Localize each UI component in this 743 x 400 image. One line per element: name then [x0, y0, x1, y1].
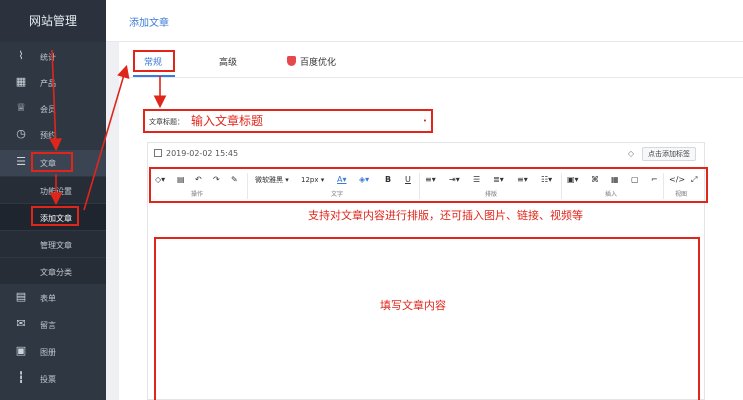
font-color-icon[interactable]: A▾: [337, 174, 347, 186]
sidebar-item-label: 留言: [40, 321, 56, 330]
line-height-icon[interactable]: ≣▾: [493, 174, 504, 186]
undo-icon[interactable]: ↶: [195, 174, 202, 186]
title-label: 文章标题：: [149, 118, 184, 126]
sidebar-item-label: 投票: [40, 375, 56, 384]
form-icon: ▤: [15, 290, 27, 303]
sidebar-item-members[interactable]: ♕ 会员: [0, 96, 106, 122]
toolbar-annotation: 支持对文章内容进行排版，还可插入图片、链接、视频等: [308, 209, 583, 222]
add-tag-button[interactable]: 点击添加标签: [642, 147, 696, 161]
grid-icon: ▦: [15, 75, 27, 88]
sidebar-subitem-manage[interactable]: 管理文章: [0, 231, 106, 257]
chart-line-icon: ⌇: [18, 49, 24, 62]
toolbar-divider: [419, 173, 420, 199]
underline-icon[interactable]: U: [405, 174, 411, 186]
sidebar-item-label: 统计: [40, 53, 56, 62]
tab-general[interactable]: 常规: [144, 55, 162, 68]
required-mark: •: [422, 117, 427, 125]
sidebar-item-label: 图册: [40, 348, 56, 357]
article-icon: ☰: [16, 155, 26, 168]
sidebar: 网站管理 ⌇ 统计 ▦ 产品 ♕ 会员 ◷ 预约 ☰ 文章 功能设置 添加文章: [0, 0, 106, 400]
shield-icon: [287, 56, 296, 66]
toolbar-group-label: 视图: [675, 191, 688, 198]
format-painter-icon[interactable]: ✎: [231, 174, 238, 186]
main-content: 常规 高级 百度优化 文章标题： • 2019-02-02 15:45 ◇ 点击…: [119, 42, 743, 400]
editor-meta-row: 2019-02-02 15:45 ◇ 点击添加标签: [148, 143, 704, 165]
sidebar-subitem-settings[interactable]: 功能设置: [0, 177, 106, 203]
align-icon[interactable]: ≡▾: [425, 174, 436, 186]
font-size-value: 12px: [301, 176, 319, 184]
sidebar-subitem-label: 功能设置: [40, 187, 72, 196]
sidebar-item-gallery[interactable]: ▣ 图册: [0, 339, 106, 365]
code-block-icon[interactable]: ⌐: [651, 174, 658, 186]
annotation-box-articles: [31, 152, 73, 172]
table-icon[interactable]: ▦: [611, 174, 619, 186]
font-family-select[interactable]: 微软雅黑 ▾: [255, 174, 289, 186]
source-code-icon[interactable]: </>: [669, 174, 685, 186]
sidebar-item-products[interactable]: ▦ 产品: [0, 70, 106, 96]
toolbar-group-label: 排版: [485, 191, 498, 198]
sidebar-item-label: 会员: [40, 105, 56, 114]
publish-date[interactable]: 2019-02-02 15:45: [154, 149, 238, 158]
font-size-select[interactable]: 12px ▾: [301, 174, 324, 186]
redo-icon[interactable]: ↷: [213, 174, 220, 186]
sidebar-subitem-label: 文章分类: [40, 268, 72, 277]
save-icon[interactable]: ▤: [177, 174, 185, 186]
sidebar-item-votes[interactable]: ┇ 投票: [0, 366, 106, 392]
eraser-icon[interactable]: ◇▾: [155, 174, 165, 186]
editor-body[interactable]: 填写文章内容: [154, 237, 700, 400]
bar-chart-icon: ┇: [17, 371, 25, 384]
highlight-color-icon[interactable]: ◈▾: [359, 174, 369, 186]
toolbar-divider: [663, 173, 664, 199]
page-header: 添加文章: [106, 0, 743, 42]
bold-icon[interactable]: B: [385, 174, 391, 186]
sidebar-item-stats[interactable]: ⌇ 统计: [0, 44, 106, 70]
title-input[interactable]: [191, 113, 419, 129]
bullet-list-icon[interactable]: ☰: [473, 174, 480, 186]
toolbar-group-label: 文字: [331, 191, 344, 198]
editor-body-placeholder: 填写文章内容: [380, 299, 446, 312]
link-icon[interactable]: ⌘: [591, 174, 599, 186]
calendar-icon: [154, 149, 162, 157]
rich-text-editor: 2019-02-02 15:45 ◇ 点击添加标签 ◇▾ ▤ ↶ ↷ ✎ 操作 …: [147, 142, 708, 400]
clock-icon: ◷: [16, 127, 26, 140]
tag-icon: ◇: [627, 149, 634, 158]
sidebar-item-label: 预约: [40, 131, 56, 140]
tab-seo-label: 百度优化: [300, 58, 337, 68]
sidebar-title: 网站管理: [0, 0, 106, 42]
tab-seo[interactable]: 百度优化: [287, 55, 336, 68]
title-field-row: 文章标题： •: [143, 109, 433, 133]
sidebar-item-forms[interactable]: ▤ 表单: [0, 285, 106, 311]
paragraph-spacing-icon[interactable]: ≡▾: [517, 174, 528, 186]
annotation-box-add-article: [31, 206, 79, 226]
image-icon: ▣: [15, 344, 27, 357]
sidebar-item-label: 产品: [40, 79, 56, 88]
sidebar-item-messages[interactable]: ✉ 留言: [0, 312, 106, 338]
sidebar-item-label: 表单: [40, 294, 56, 303]
tab-advanced[interactable]: 高级: [219, 55, 237, 68]
indent-icon[interactable]: ⇥▾: [449, 174, 460, 186]
ordered-list-icon[interactable]: ☷▾: [541, 174, 552, 186]
editor-toolbar: ◇▾ ▤ ↶ ↷ ✎ 操作 微软雅黑 ▾ 12px ▾ A▾ ◈▾ B U 文字…: [149, 167, 708, 203]
sidebar-subitem-label: 管理文章: [40, 241, 72, 250]
toolbar-divider: [247, 173, 248, 199]
sidebar-subitem-categories[interactable]: 文章分类: [0, 258, 106, 284]
crown-icon: ♕: [16, 101, 26, 114]
toolbar-divider: [561, 173, 562, 199]
tab-bar: 常规 高级 百度优化: [119, 42, 743, 78]
toolbar-group-label: 操作: [191, 191, 204, 198]
video-icon[interactable]: ▢: [631, 174, 639, 186]
font-family-value: 微软雅黑: [255, 176, 283, 184]
image-insert-icon[interactable]: ▣▾: [567, 174, 579, 186]
sidebar-item-booking[interactable]: ◷ 预约: [0, 122, 106, 148]
message-icon: ✉: [16, 317, 26, 330]
page-title: 添加文章: [129, 18, 169, 29]
tab-active-indicator: [133, 75, 175, 77]
toolbar-group-label: 插入: [605, 191, 618, 198]
fullscreen-icon[interactable]: ⤢: [691, 174, 697, 186]
publish-date-value: 2019-02-02 15:45: [166, 149, 239, 158]
